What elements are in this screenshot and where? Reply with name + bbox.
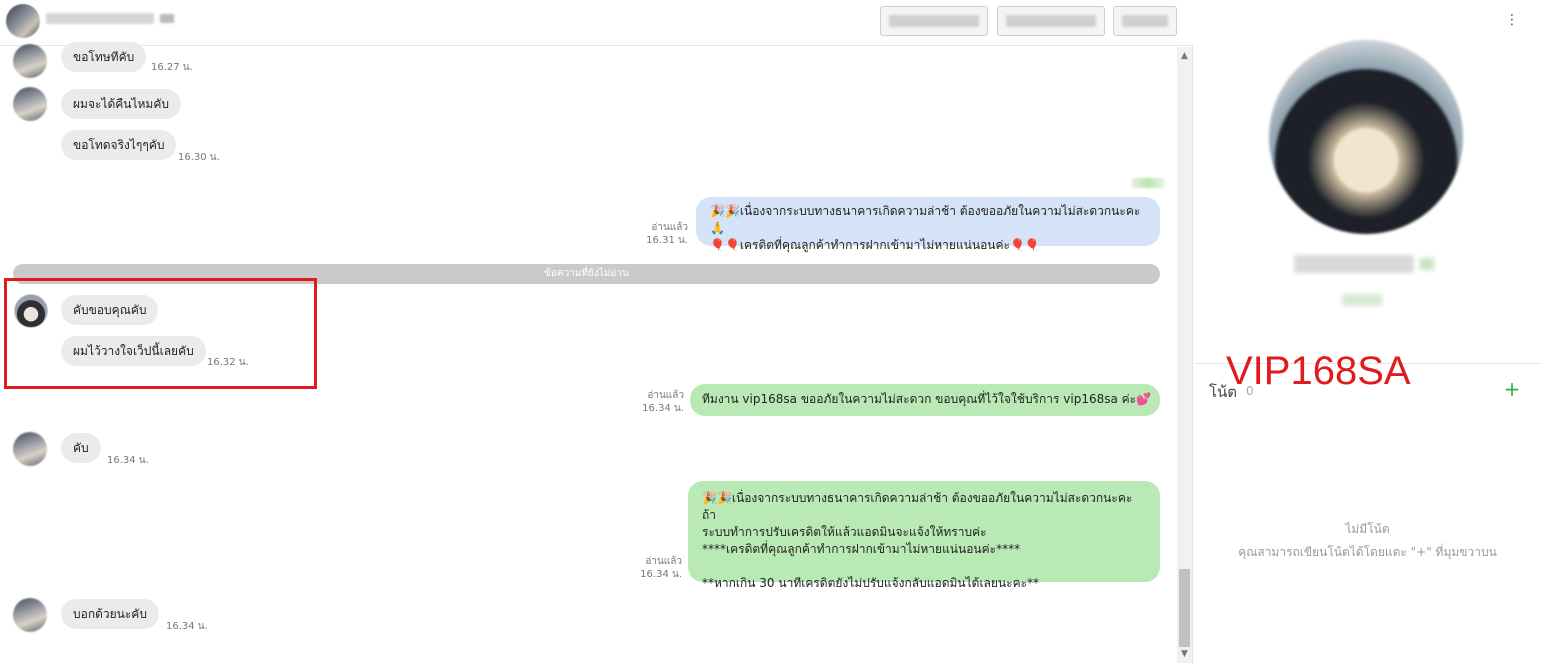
red-highlight-box (4, 278, 317, 389)
profile-tag-redacted (1420, 258, 1434, 270)
sender-avatar[interactable] (13, 432, 47, 466)
message-time: 16.30 น. (178, 152, 220, 163)
watermark-text: VIP168SA (1226, 349, 1411, 393)
scroll-down-icon[interactable]: ▼ (1177, 649, 1192, 659)
read-status: อ่านแล้ว (647, 390, 684, 401)
message-meta: อ่านแล้ว 16.31 น. (638, 221, 688, 247)
sender-avatar[interactable] (13, 598, 47, 632)
header-action-button-2[interactable] (997, 6, 1105, 36)
profile-panel: ⋮ โน้ต 0 VIP168SA + ไม่มีโน้ต คุณสามารถเ… (1194, 0, 1541, 663)
read-status: อ่านแล้ว (651, 222, 688, 233)
scrollbar[interactable]: ▲ ▼ (1177, 47, 1192, 663)
message-time: 16.27 น. (151, 62, 193, 73)
message-meta: อ่านแล้ว 16.34 น. (634, 389, 684, 415)
read-status: อ่านแล้ว (645, 556, 682, 567)
contact-tag-redacted (160, 14, 174, 23)
message-time: 16.31 น. (646, 235, 688, 246)
sender-avatar[interactable] (13, 44, 47, 78)
profile-status-redacted (1342, 294, 1382, 306)
message-bubble-outgoing: 🎉🎉เนื่องจากระบบทางธนาคารเกิดความล่าช้า ต… (696, 197, 1160, 252)
contact-avatar[interactable] (6, 4, 40, 38)
sender-avatar[interactable] (13, 87, 47, 121)
message-time: 16.34 น. (107, 455, 149, 466)
add-note-icon[interactable]: + (1502, 378, 1522, 400)
message-bubble-incoming: คับ (61, 433, 101, 463)
scroll-thumb[interactable] (1179, 569, 1190, 647)
message-bubble-incoming: ขอโทดจริงไๆๆคับ (61, 130, 177, 160)
message-bubble-outgoing: ทีมงาน vip168sa ขออภัยในความไม่สะดวก ขอบ… (690, 384, 1160, 416)
header-action-button-3[interactable] (1113, 6, 1177, 36)
scroll-up-icon[interactable]: ▲ (1177, 51, 1192, 61)
message-time: 16.34 น. (640, 569, 682, 580)
chat-header (0, 0, 1193, 46)
header-action-button-1[interactable] (880, 6, 988, 36)
redacted-sticker (1132, 178, 1164, 188)
message-bubble-outgoing: 🎉🎉เนื่องจากระบบทางธนาคารเกิดความล่าช้า ต… (688, 481, 1160, 590)
more-options-icon[interactable]: ⋮ (1502, 10, 1522, 30)
empty-notes-title: ไม่มีโน้ต (1345, 522, 1390, 536)
chat-panel: ขอโทษทีคับ 16.27 น. ผมจะได้คืนไหมคับ ขอโ… (0, 0, 1193, 663)
message-bubble-incoming: ผมจะได้คืนไหมคับ (61, 89, 181, 119)
chat-app: ขอโทษทีคับ 16.27 น. ผมจะได้คืนไหมคับ ขอโ… (0, 0, 1541, 663)
message-meta: อ่านแล้ว 16.34 น. (632, 555, 682, 581)
profile-name-redacted (1294, 255, 1414, 273)
message-time: 16.34 น. (166, 621, 208, 632)
message-bubble-incoming: บอกด้วยนะคับ (61, 599, 159, 629)
contact-name-redacted (46, 13, 154, 24)
empty-notes-hint: คุณสามารถเขียนโน้ตได้โดยแตะ "+" ที่มุมขว… (1238, 545, 1497, 559)
message-time: 16.34 น. (642, 403, 684, 414)
message-bubble-incoming: ขอโทษทีคับ (61, 42, 147, 72)
profile-avatar (1269, 40, 1463, 234)
